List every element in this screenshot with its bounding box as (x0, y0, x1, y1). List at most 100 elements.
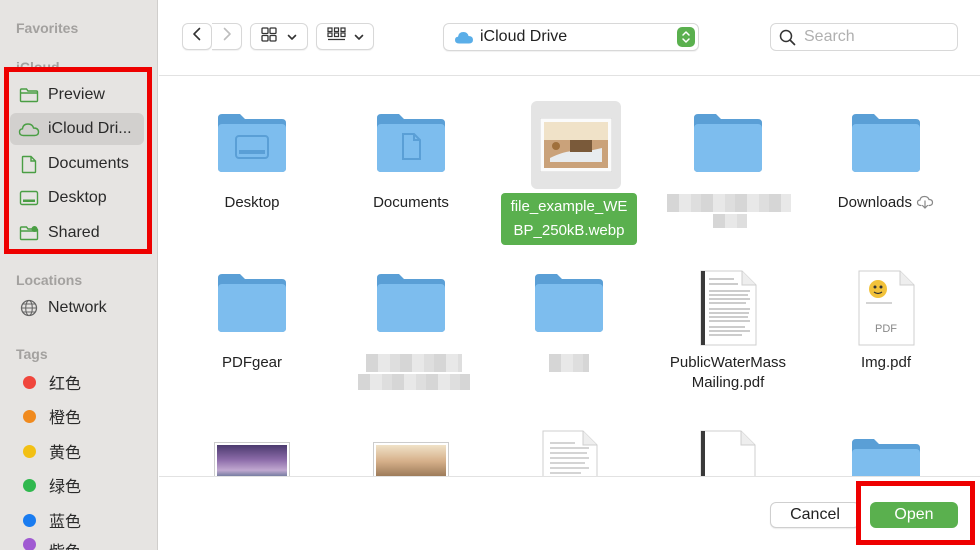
file-item-publicwatermassmailing[interactable]: PublicWaterMass Mailing.pdf (653, 237, 803, 391)
sidebar-item-label: Network (48, 299, 107, 316)
icloud-icon (454, 31, 474, 44)
cancel-button[interactable]: Cancel (770, 502, 860, 528)
stepper-icon (677, 27, 695, 47)
chevron-left-icon (192, 27, 202, 46)
tag-blue[interactable]: 蓝色 (10, 504, 144, 536)
sidebar-item-shared[interactable]: Shared (10, 217, 144, 249)
locations-heading: Locations (16, 272, 83, 288)
tag-color-dot (23, 409, 36, 423)
sidebar-item-network[interactable]: Network (10, 292, 144, 324)
sidebar: Favorites iCloud Preview iCloud Dri... D… (0, 0, 158, 550)
folder-icon (336, 259, 486, 345)
tag-red[interactable]: 红色 (10, 366, 144, 398)
chevron-down-icon (354, 28, 364, 46)
tag-label: 黄色 (49, 445, 82, 462)
pdf-document-thumbnail-icon (811, 265, 961, 351)
location-selector[interactable]: iCloud Drive (443, 23, 699, 51)
folder-icon (177, 259, 327, 345)
forward-button[interactable] (212, 23, 242, 50)
cloud-download-icon (916, 195, 934, 215)
file-item-downloads[interactable]: Downloads (811, 77, 961, 227)
tag-label: 紫色 (49, 538, 81, 550)
sidebar-item-label: iCloud Dri... (48, 120, 132, 137)
file-name: PDFgear (221, 354, 283, 371)
back-button[interactable] (182, 23, 212, 50)
file-item-folder-redacted[interactable] (494, 237, 644, 387)
file-item-pdfgear[interactable]: PDFgear (177, 237, 327, 387)
toolbar: iCloud Drive (159, 0, 980, 76)
document-thumbnail-icon (541, 429, 599, 476)
file-item-desktop[interactable]: Desktop (177, 77, 327, 227)
sidebar-item-preview[interactable]: Preview (10, 79, 144, 111)
redacted-file-name (358, 374, 470, 390)
sidebar-item-label: Documents (48, 155, 129, 172)
search-icon (779, 29, 796, 46)
search-input[interactable] (804, 28, 944, 46)
group-by-button[interactable] (316, 23, 374, 50)
file-item-img-pdf[interactable]: PDF Img.pdf (811, 237, 961, 387)
tag-label: 蓝色 (49, 514, 82, 531)
document-icon (18, 153, 40, 175)
file-item-document-partial[interactable] (494, 417, 644, 476)
desktop-icon (18, 187, 40, 209)
tag-label: 红色 (49, 376, 82, 393)
chevron-right-icon (222, 27, 232, 46)
image-thumbnail-icon (215, 443, 289, 476)
tag-orange[interactable]: 橙色 (10, 400, 144, 432)
location-label: iCloud Drive (480, 28, 568, 45)
file-name: Desktop (224, 194, 280, 211)
icloud-icon (18, 118, 40, 140)
pdf-badge: PDF (875, 323, 897, 335)
chevron-down-icon (287, 28, 297, 46)
file-item-image-partial[interactable] (336, 417, 486, 476)
icloud-heading: iCloud (16, 59, 60, 75)
tag-label: 绿色 (49, 479, 82, 496)
folder-icon (653, 99, 803, 185)
bottom-bar: Cancel Open (159, 476, 980, 550)
shared-folder-icon (18, 222, 40, 244)
file-name: Downloads (811, 193, 961, 215)
file-item-image-partial[interactable] (177, 417, 327, 476)
sidebar-item-desktop[interactable]: Desktop (10, 182, 144, 214)
redacted-file-name (713, 214, 747, 228)
pdf-document-thumbnail-icon (653, 265, 803, 351)
folder-icon (177, 99, 327, 185)
folder-icon (336, 99, 486, 185)
tags-heading: Tags (16, 346, 48, 362)
sidebar-item-label: Desktop (48, 189, 107, 206)
globe-icon (18, 297, 40, 319)
file-item-webp[interactable]: file_example_WE BP_250kB.webp (494, 77, 644, 245)
folder-icon (811, 99, 961, 185)
file-grid: Desktop Documents file_example_WE BP_250k… (159, 77, 980, 476)
tag-yellow[interactable]: 黄色 (10, 435, 144, 467)
folder-icon (494, 259, 644, 345)
file-name: Img.pdf (860, 354, 912, 371)
sidebar-item-label: Shared (48, 224, 100, 241)
sidebar-item-label: Preview (48, 86, 105, 103)
search-box[interactable] (770, 23, 958, 51)
open-button[interactable]: Open (870, 502, 958, 528)
image-thumbnail-icon (531, 101, 621, 189)
file-item-folder-redacted[interactable] (653, 77, 803, 228)
file-item-folder-partial[interactable] (811, 417, 961, 476)
folder-icon (848, 435, 924, 476)
folder-icon (18, 84, 40, 106)
favorites-heading: Favorites (16, 20, 79, 36)
redacted-file-name (366, 354, 462, 372)
file-item-folder-redacted[interactable] (336, 237, 486, 390)
image-thumbnail-icon (374, 443, 448, 476)
document-thumbnail-icon (699, 429, 757, 476)
sidebar-item-icloud-drive[interactable]: iCloud Dri... (10, 113, 144, 145)
tag-purple[interactable]: 紫色 (10, 536, 144, 550)
view-mode-button[interactable] (250, 23, 308, 50)
sidebar-item-documents[interactable]: Documents (10, 148, 144, 180)
tag-green[interactable]: 绿色 (10, 469, 144, 501)
tag-color-dot (23, 513, 36, 527)
file-name: PublicWaterMass Mailing.pdf (669, 354, 787, 391)
tag-color-dot (23, 444, 36, 458)
redacted-file-name (549, 354, 589, 372)
group-grid-icon (326, 26, 346, 47)
file-item-document-partial[interactable] (653, 417, 803, 476)
file-item-documents[interactable]: Documents (336, 77, 486, 227)
redacted-file-name (667, 194, 791, 212)
